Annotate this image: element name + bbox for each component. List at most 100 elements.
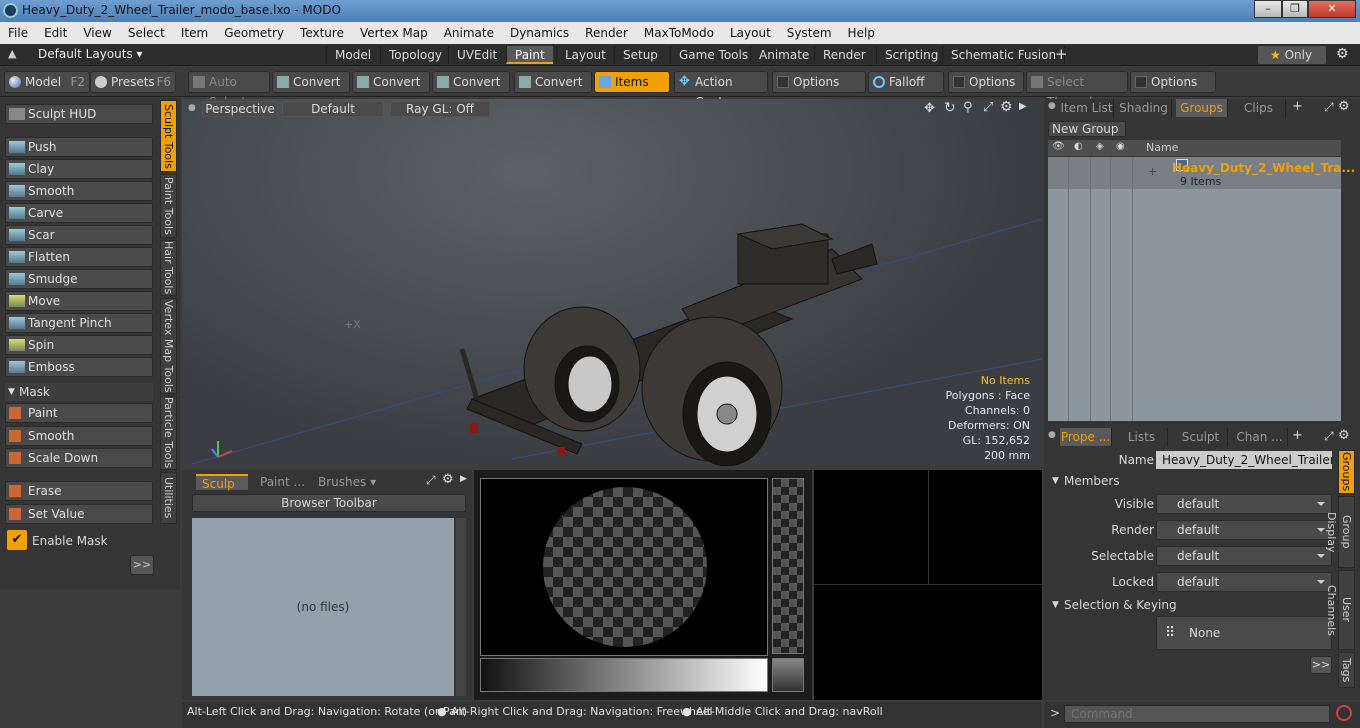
menu-layout[interactable]: Layout — [722, 22, 779, 44]
more-button[interactable]: >> — [130, 555, 154, 575]
browser-gear-icon[interactable]: ⚙ — [442, 472, 454, 487]
presets-button[interactable]: Presets F6 — [90, 71, 176, 93]
menu-render[interactable]: Render — [577, 22, 636, 44]
spin-tool[interactable]: Spin — [5, 335, 153, 355]
menu-view[interactable]: View — [75, 22, 119, 44]
selection-keying-header[interactable]: ▼ Selection & Keying — [1048, 597, 1332, 613]
tab-group-display[interactable]: Group Display — [1325, 496, 1355, 568]
menu-animate[interactable]: Animate — [436, 22, 502, 44]
items-button[interactable]: Items — [594, 71, 670, 93]
alpha-strip[interactable] — [772, 478, 804, 654]
tab-layout[interactable]: Layout — [556, 46, 614, 64]
browser-file-list[interactable]: (no files) — [192, 518, 454, 696]
select-through-button[interactable]: Select Through — [1026, 71, 1128, 109]
panel-gear-icon[interactable]: ⚙ — [1338, 99, 1350, 114]
tab-item-list[interactable]: Item List — [1060, 99, 1114, 117]
more-button[interactable]: >> — [1310, 656, 1332, 674]
record-icon[interactable] — [1336, 705, 1352, 721]
tab-tags[interactable]: Tags — [1338, 652, 1355, 688]
tab-vertex-map-tools[interactable]: Vertex Map Tools — [160, 298, 177, 394]
browser-maximize-icon[interactable]: ⤢ — [426, 473, 436, 488]
selectable-dropdown[interactable]: default — [1156, 546, 1332, 566]
panel-menu-icon[interactable]: ● — [1048, 101, 1056, 111]
new-group-button[interactable]: New Group — [1048, 121, 1126, 137]
brush-preview-image[interactable] — [480, 478, 768, 656]
auto-select-button[interactable]: Auto Select — [188, 71, 270, 109]
tab-brushes[interactable]: Brushes ▾ — [312, 474, 378, 490]
erase-tool[interactable]: Erase — [5, 481, 153, 501]
sculpt-hud-button[interactable]: Sculpt HUD — [5, 104, 153, 124]
color-swatch[interactable] — [772, 658, 804, 692]
convert-materials-button[interactable]: Convert — [514, 71, 592, 93]
browser-scrollbar[interactable] — [456, 518, 466, 696]
mask-section-header[interactable]: ▼ Mask — [5, 383, 153, 401]
flatten-tool[interactable]: Flatten — [5, 247, 153, 267]
tab-topology[interactable]: Topology — [380, 46, 450, 64]
tab-paint-tools[interactable]: Paint Tools — [160, 174, 177, 238]
convert-vertices-button[interactable]: Convert — [272, 71, 350, 93]
expand-plus-icon[interactable]: + — [1148, 165, 1157, 178]
tab-paint[interactable]: Paint — [506, 46, 553, 64]
menu-edit[interactable]: Edit — [36, 22, 75, 44]
visible-dropdown[interactable]: default — [1156, 494, 1332, 514]
add-tab-icon[interactable]: + — [1292, 99, 1303, 114]
add-tab-icon[interactable]: + — [1055, 45, 1068, 63]
panel-menu-icon[interactable]: ● — [1048, 430, 1056, 440]
panel-maximize-icon[interactable]: ⤢ — [1324, 100, 1334, 115]
convert-edges-button[interactable]: Convert — [352, 71, 430, 93]
tab-shading[interactable]: Shading — [1116, 99, 1172, 117]
minimize-button[interactable]: – — [1254, 0, 1282, 18]
lock-icon[interactable]: ◈ — [1096, 141, 1104, 152]
locked-dropdown[interactable]: default — [1156, 572, 1332, 592]
select-icon[interactable]: ◉ — [1116, 141, 1125, 152]
gear-icon[interactable]: ⚙ — [1336, 46, 1349, 62]
only-toggle[interactable]: ★ Only — [1258, 46, 1326, 64]
tab-uvedit[interactable]: UVEdit — [448, 46, 505, 64]
tab-animate[interactable]: Animate — [750, 46, 817, 64]
group-name-field[interactable]: Heavy_Duty_2_Wheel_Trailer (10) — [1156, 451, 1332, 469]
tab-render[interactable]: Render — [814, 46, 874, 64]
convert-polygons-button[interactable]: Convert — [432, 71, 510, 93]
render-icon[interactable]: ◐ — [1074, 141, 1083, 152]
set-value-tool[interactable]: Set Value — [5, 504, 153, 524]
menu-texture[interactable]: Texture — [292, 22, 352, 44]
tab-schematic-fusion[interactable]: Schematic Fusion — [942, 46, 1066, 64]
tab-sculpt-tools[interactable]: Sculpt Tools — [160, 100, 177, 172]
push-tool[interactable]: Push — [5, 137, 153, 157]
empty-view-panel[interactable] — [814, 470, 1042, 700]
mask-smooth-tool[interactable]: Smooth — [5, 426, 153, 446]
smudge-tool[interactable]: Smudge — [5, 269, 153, 289]
action-center-options-button[interactable]: Options — [772, 71, 866, 93]
panel-gear-icon[interactable]: ⚙ — [1338, 428, 1350, 443]
menu-file[interactable]: File — [0, 22, 36, 44]
tab-model[interactable]: Model — [326, 46, 379, 64]
menu-system[interactable]: System — [779, 22, 840, 44]
panel-maximize-icon[interactable]: ⤢ — [1324, 429, 1334, 444]
menu-item[interactable]: Item — [173, 22, 216, 44]
action-center-button[interactable]: ✥Action Center — [674, 71, 768, 109]
menu-geometry[interactable]: Geometry — [216, 22, 292, 44]
tab-particle-tools[interactable]: Particle Tools — [160, 396, 177, 470]
falloff-button[interactable]: Falloff — [868, 71, 944, 93]
close-button[interactable]: ✕ — [1308, 0, 1356, 18]
tab-lists[interactable]: Lists — [1116, 428, 1168, 446]
select-options-button[interactable]: Options — [1130, 71, 1216, 93]
tab-user-channels[interactable]: User Channels — [1325, 570, 1355, 650]
browser-toolbar-button[interactable]: Browser Toolbar — [192, 494, 466, 512]
visibility-eye-icon[interactable]: 👁 — [1052, 141, 1065, 152]
scar-tool[interactable]: Scar — [5, 225, 153, 245]
gradient-ramp[interactable] — [480, 658, 768, 692]
tab-scripting[interactable]: Scripting — [876, 46, 946, 64]
mask-scale-down-tool[interactable]: Scale Down — [5, 448, 153, 468]
tab-game-tools[interactable]: Game Tools — [670, 46, 756, 64]
tab-groups[interactable]: Groups — [1176, 99, 1228, 117]
layout-toggle-icon[interactable]: ▲ — [8, 47, 16, 60]
tangent-pinch-tool[interactable]: Tangent Pinch — [5, 313, 153, 333]
render-dropdown[interactable]: default — [1156, 520, 1332, 540]
tab-sculpt[interactable]: Sculpt — [1174, 428, 1228, 446]
model-button[interactable]: Model F2 — [4, 71, 90, 93]
command-input[interactable] — [1064, 705, 1330, 723]
3d-viewport[interactable]: ● Perspective Default Ray GL: Off ✥ ↻ ⚲ … — [182, 99, 1042, 466]
menu-vertex-map[interactable]: Vertex Map — [352, 22, 436, 44]
carve-tool[interactable]: Carve — [5, 203, 153, 223]
